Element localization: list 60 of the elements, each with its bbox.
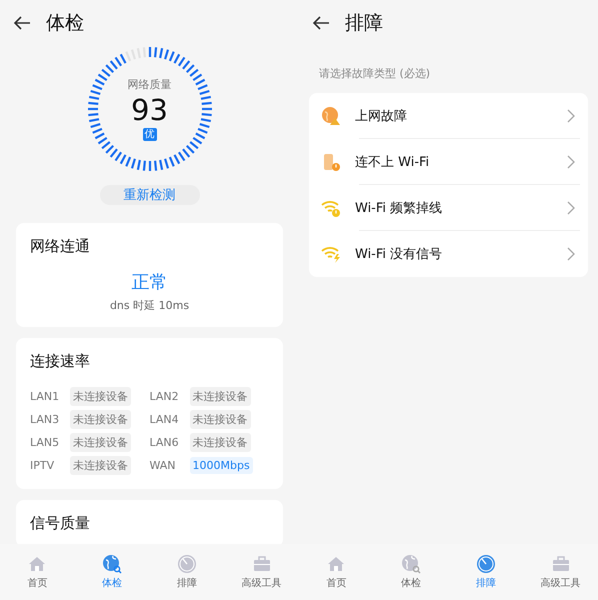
wifi-warning-icon bbox=[321, 198, 341, 218]
fault-label: 连不上 Wi-Fi bbox=[355, 154, 430, 171]
fault-item[interactable]: 上网故障 bbox=[317, 93, 580, 139]
nav-tab[interactable]: 体检 bbox=[74, 544, 150, 600]
fault-item[interactable]: Wi-Fi 频繁掉线 bbox=[317, 185, 580, 231]
prompt-text: 请选择故障类型 (必选) bbox=[319, 66, 432, 81]
toolbox-icon bbox=[550, 554, 571, 574]
gauge-icon bbox=[176, 554, 197, 574]
gauge-icon bbox=[476, 554, 496, 574]
card-title: 连接速率 bbox=[30, 352, 91, 371]
port-label: LAN4 bbox=[150, 413, 180, 426]
chevron-icon bbox=[566, 155, 576, 169]
port-status: 未连接设备 bbox=[190, 433, 250, 452]
fault-label: Wi-Fi 没有信号 bbox=[355, 246, 444, 263]
nav-tab[interactable]: 排障 bbox=[448, 544, 524, 600]
globe-search-icon bbox=[401, 554, 422, 574]
nav-tab[interactable]: 高级工具 bbox=[523, 544, 598, 600]
card-title: 网络连通 bbox=[30, 237, 91, 256]
status-text: 正常 bbox=[132, 271, 168, 294]
nav-tab[interactable]: 高级工具 bbox=[224, 544, 299, 600]
port-status: 未连接设备 bbox=[190, 410, 250, 429]
chevron-icon bbox=[566, 201, 576, 215]
port-label: IPTV bbox=[30, 459, 56, 472]
nav-tab[interactable]: 排障 bbox=[150, 544, 224, 600]
port-label: LAN6 bbox=[150, 436, 180, 449]
port-label: LAN5 bbox=[30, 436, 60, 449]
home-icon bbox=[27, 554, 48, 574]
card-title: 信号质量 bbox=[30, 514, 91, 533]
port-status: 未连接设备 bbox=[70, 456, 131, 475]
port-label: WAN bbox=[150, 459, 177, 472]
nav-tab[interactable]: 体检 bbox=[374, 544, 448, 600]
wifi-bolt-icon bbox=[321, 244, 341, 264]
port-status: 1000Mbps bbox=[190, 457, 253, 474]
router-warning-icon bbox=[321, 152, 341, 172]
port-status: 未连接设备 bbox=[190, 387, 250, 406]
port-label: LAN2 bbox=[150, 390, 180, 403]
gauge-label: 网络质量 bbox=[128, 77, 172, 92]
port-status: 未连接设备 bbox=[70, 410, 131, 429]
home-icon bbox=[326, 554, 346, 574]
nav-tab[interactable]: 首页 bbox=[0, 544, 75, 600]
port-label: LAN1 bbox=[30, 390, 60, 403]
fault-item[interactable]: 连不上 Wi-Fi bbox=[317, 139, 580, 185]
port-label: LAN3 bbox=[30, 413, 60, 426]
fault-label: Wi-Fi 频繁掉线 bbox=[355, 200, 444, 217]
chevron-icon bbox=[566, 109, 576, 123]
fault-label: 上网故障 bbox=[355, 108, 408, 125]
globe-search-icon bbox=[102, 554, 122, 574]
page-title: 体检 bbox=[46, 11, 84, 36]
globe-warning-icon bbox=[321, 106, 341, 126]
port-status: 未连接设备 bbox=[70, 433, 131, 452]
toolbox-icon bbox=[252, 554, 272, 574]
nav-tab[interactable]: 首页 bbox=[299, 544, 374, 600]
port-status: 未连接设备 bbox=[70, 387, 131, 406]
recheck-button[interactable]: 重新检测 bbox=[100, 185, 200, 205]
quality-score: 93 bbox=[131, 92, 168, 128]
page-title: 排障 bbox=[345, 11, 383, 36]
fault-item[interactable]: Wi-Fi 没有信号 bbox=[317, 231, 580, 277]
chevron-icon bbox=[566, 247, 576, 261]
latency-text: dns 时延 10ms bbox=[110, 298, 190, 313]
grade-badge: 优 bbox=[142, 128, 156, 141]
